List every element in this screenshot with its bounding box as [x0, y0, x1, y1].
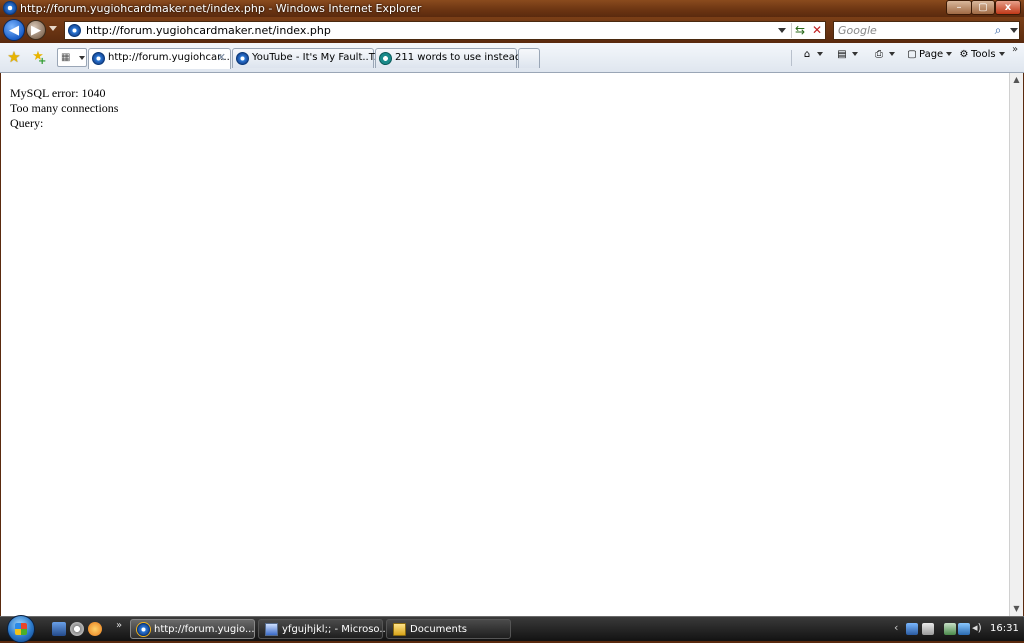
- network-icon[interactable]: [906, 623, 918, 635]
- home-icon: ⌂: [803, 49, 811, 60]
- show-desktop-icon[interactable]: [52, 622, 66, 636]
- scroll-down-icon[interactable]: ▼: [1010, 602, 1023, 616]
- more-commands-icon[interactable]: »: [1012, 44, 1018, 55]
- refresh-icon[interactable]: ⇆: [791, 23, 808, 38]
- home-button[interactable]: ⌂: [800, 49, 823, 66]
- close-tab-icon[interactable]: ✕: [217, 51, 226, 64]
- scroll-up-icon[interactable]: ▲: [1010, 73, 1023, 87]
- favorites-star-icon[interactable]: ★: [6, 49, 22, 65]
- add-to-favorites-icon[interactable]: ★ +: [30, 49, 46, 67]
- tab-youtube[interactable]: YouTube - It's My Fault..T...: [232, 48, 383, 68]
- quick-launch-more-icon[interactable]: »: [116, 620, 122, 631]
- word-icon: [265, 623, 278, 636]
- ie-icon: [137, 623, 150, 636]
- tab-label: YouTube - It's My Fault..T...: [252, 52, 384, 63]
- title-bar: http://forum.yugiohcardmaker.net/index.p…: [0, 0, 1024, 17]
- quick-tabs-icon: ▦: [61, 52, 71, 63]
- clock[interactable]: 16:31: [990, 623, 1019, 634]
- gear-icon: ⚙: [959, 49, 969, 60]
- tools-menu[interactable]: ⚙ Tools: [957, 49, 1005, 66]
- error-message: MySQL error: 1040 Too many connections Q…: [10, 86, 118, 131]
- navigation-bar: ◀ ▶ http://forum.yugiohcardmaker.net/ind…: [0, 17, 1024, 43]
- ie-icon: [3, 1, 17, 15]
- feeds-dropdown-icon[interactable]: [852, 52, 858, 56]
- page-content: MySQL error: 1040 Too many connections Q…: [1, 73, 1009, 616]
- forward-arrow-icon: ▶: [31, 22, 41, 38]
- windows-logo-icon: [15, 623, 27, 635]
- rss-feed-icon: ▤: [837, 49, 847, 60]
- back-arrow-icon: ◀: [9, 22, 19, 38]
- tab-forum[interactable]: http://forum.yugiohcar... ✕: [88, 48, 231, 69]
- tools-dropdown-icon: [998, 52, 1005, 56]
- site-favicon-icon: [379, 52, 392, 65]
- vertical-scrollbar[interactable]: ▲ ▼: [1009, 73, 1023, 616]
- page-menu-label: Page: [919, 49, 944, 60]
- taskbar: » http://forum.yugio... yfgujhjkl;; - Mi…: [0, 615, 1024, 643]
- tools-menu-label: Tools: [971, 49, 996, 60]
- printer-icon: ⎙: [875, 49, 883, 60]
- taskbar-button-label: yfgujhjkl;; - Microso...: [282, 624, 389, 635]
- tab-label: http://forum.yugiohcar...: [108, 52, 230, 63]
- address-dropdown-icon[interactable]: [778, 28, 786, 33]
- page-icon: [68, 24, 81, 37]
- search-box[interactable]: Google ⌕: [833, 21, 1020, 40]
- forward-button[interactable]: ▶: [26, 20, 46, 40]
- tray-expand-icon[interactable]: ‹: [894, 621, 898, 634]
- recent-pages-dropdown[interactable]: [49, 26, 57, 31]
- error-line: Query:: [10, 116, 44, 130]
- error-line: Too many connections: [10, 101, 119, 115]
- taskbar-button-label: http://forum.yugio...: [154, 624, 255, 635]
- quick-tabs-button[interactable]: ▦: [57, 48, 87, 67]
- tab-list-dropdown-icon[interactable]: [79, 56, 85, 60]
- stop-icon[interactable]: ✕: [809, 23, 825, 38]
- battery-icon[interactable]: [944, 623, 956, 635]
- ie-page-icon: [236, 52, 249, 65]
- close-button[interactable]: x: [995, 0, 1021, 15]
- address-bar[interactable]: http://forum.yugiohcardmaker.net/index.p…: [64, 21, 826, 40]
- error-line: MySQL error: 1040: [10, 86, 106, 100]
- page-menu[interactable]: ▢ Page: [905, 49, 953, 66]
- taskbar-button-ie[interactable]: http://forum.yugio...: [130, 619, 255, 639]
- toolbar-separator: [791, 50, 792, 66]
- window-title: http://forum.yugiohcardmaker.net/index.p…: [20, 2, 422, 15]
- firefox-icon[interactable]: [88, 622, 102, 636]
- folder-icon: [393, 623, 406, 636]
- maximize-button[interactable]: ▢: [971, 0, 995, 15]
- plus-icon: +: [38, 56, 47, 67]
- taskbar-button-label: Documents: [410, 624, 468, 635]
- tab-211-words[interactable]: 211 words to use instead o...: [375, 48, 540, 68]
- taskbar-button-documents[interactable]: Documents: [386, 619, 511, 639]
- taskbar-button-word[interactable]: yfgujhjkl;; - Microso...: [258, 619, 389, 639]
- search-input[interactable]: Google: [838, 24, 877, 37]
- home-dropdown-icon[interactable]: [817, 52, 823, 56]
- search-options-icon[interactable]: [1010, 28, 1018, 33]
- tab-bar: ★ ★ + ▦ http://forum.yugiohcar... ✕ YouTu…: [0, 43, 1024, 73]
- volume-icon[interactable]: ◂): [972, 621, 982, 634]
- minimize-button[interactable]: –: [946, 0, 972, 15]
- ie-page-icon: [92, 52, 105, 65]
- page-icon: ▢: [907, 49, 917, 60]
- system-tray: ‹ ◂) 16:31: [892, 621, 1022, 638]
- chrome-icon[interactable]: [70, 622, 84, 636]
- print-dropdown-icon[interactable]: [889, 52, 895, 56]
- address-input[interactable]: http://forum.yugiohcardmaker.net/index.p…: [86, 24, 331, 37]
- monitor-icon[interactable]: [922, 623, 934, 635]
- print-button[interactable]: ⎙: [872, 49, 895, 66]
- connection-icon[interactable]: [958, 623, 970, 635]
- page-dropdown-icon: [946, 52, 953, 56]
- search-icon[interactable]: ⌕: [991, 23, 1005, 38]
- start-button[interactable]: [7, 615, 35, 643]
- feeds-button[interactable]: ▤: [835, 49, 858, 66]
- back-button[interactable]: ◀: [3, 19, 25, 41]
- new-tab-button[interactable]: [518, 48, 540, 68]
